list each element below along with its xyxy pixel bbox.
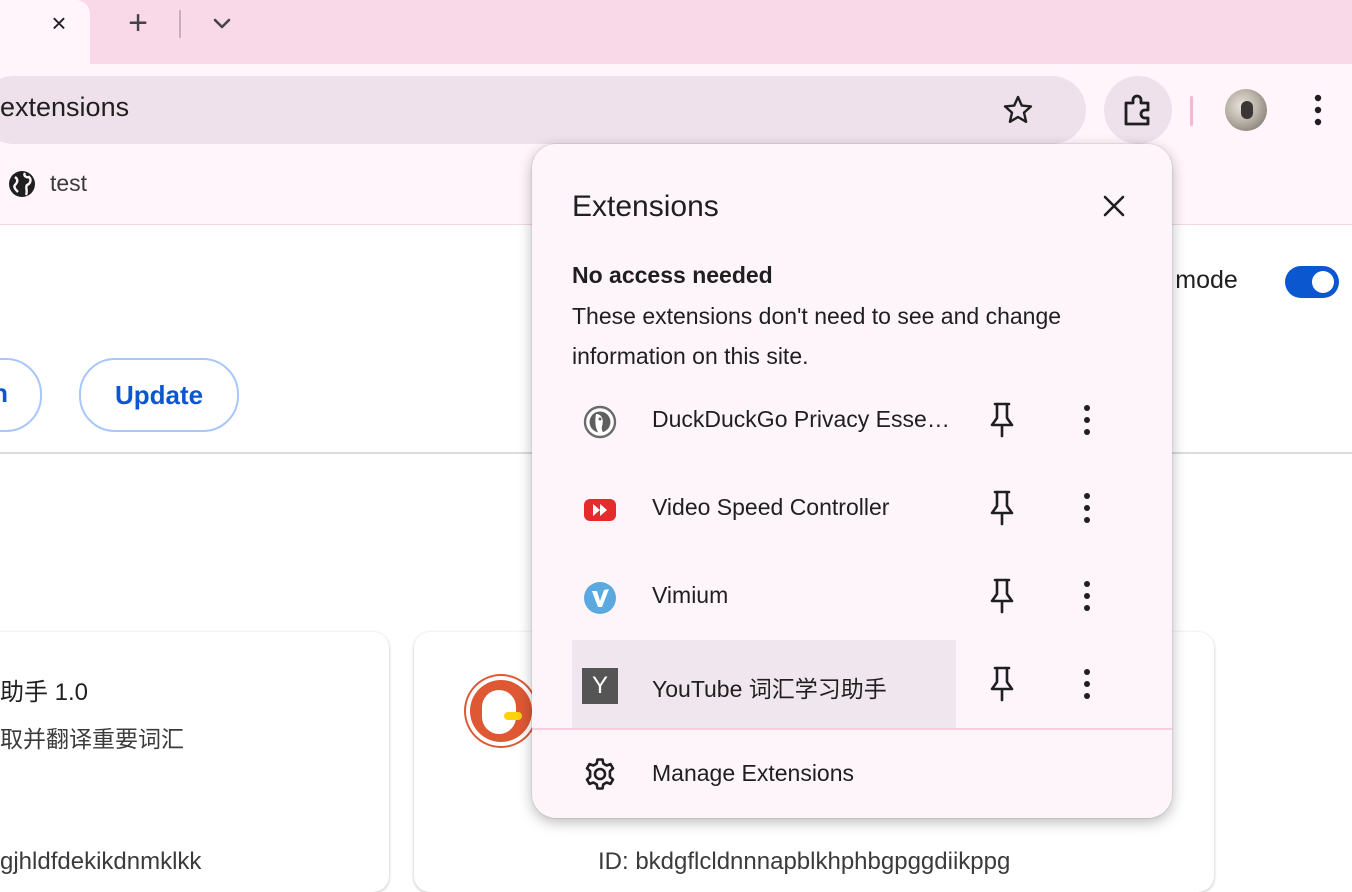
chevron-down-icon bbox=[213, 18, 231, 29]
puzzle-icon bbox=[1124, 94, 1150, 126]
pin-icon[interactable] bbox=[984, 488, 1020, 528]
section-description: These extensions don't need to see and c… bbox=[572, 303, 1062, 369]
extension-card-title: 助手 1.0 bbox=[0, 679, 89, 706]
bookmark-item-test[interactable]: test bbox=[50, 170, 87, 197]
more-options-icon[interactable] bbox=[1072, 488, 1102, 528]
bookmark-star-icon[interactable] bbox=[1000, 92, 1036, 128]
menu-divider bbox=[532, 728, 1172, 730]
address-bar[interactable]: extensions bbox=[0, 76, 1086, 144]
developer-mode-toggle[interactable] bbox=[1285, 266, 1339, 298]
pack-extension-button[interactable]: n bbox=[0, 358, 42, 432]
extension-name: Vimium bbox=[652, 582, 729, 608]
toolbar: extensions bbox=[0, 64, 1352, 156]
pin-icon[interactable] bbox=[984, 576, 1020, 616]
more-options-icon[interactable] bbox=[1072, 664, 1102, 704]
globe-icon bbox=[9, 171, 35, 197]
extension-card-description: 取并翻译重要词汇 bbox=[0, 726, 184, 752]
tab-search-button[interactable] bbox=[206, 8, 238, 40]
address-bar-text[interactable]: extensions bbox=[0, 92, 129, 123]
duckduckgo-logo-icon bbox=[466, 676, 536, 746]
extension-card-id: gjhldfdekikdnmklkk bbox=[0, 848, 202, 875]
manage-extensions-label: Manage Extensions bbox=[652, 760, 855, 786]
extension-item-vimium[interactable]: Vimium bbox=[572, 552, 956, 640]
youtube-vocabulary-icon: Y bbox=[582, 668, 618, 704]
update-button[interactable]: Update bbox=[79, 358, 239, 432]
more-options-icon[interactable] bbox=[1302, 90, 1334, 130]
extensions-menu-title: Extensions bbox=[572, 190, 719, 223]
pin-icon[interactable] bbox=[984, 664, 1020, 704]
extension-card-id: ID: bkdgflcldnnnapblkhphbgpggdiikppg bbox=[598, 848, 1011, 875]
active-tab[interactable]: × bbox=[0, 0, 90, 64]
manage-extensions-item[interactable]: Manage Extensions bbox=[572, 742, 1132, 806]
extension-name: YouTube 词汇学习助手 bbox=[652, 676, 887, 702]
tab-separator bbox=[179, 10, 181, 38]
extension-item-youtube-vocabulary[interactable]: Y YouTube 词汇学习助手 bbox=[572, 640, 956, 728]
pin-icon[interactable] bbox=[984, 400, 1020, 440]
toolbar-separator bbox=[1190, 96, 1193, 126]
extension-name: Video Speed Controller bbox=[652, 494, 890, 520]
pack-extension-label: n bbox=[0, 378, 8, 408]
video-speed-controller-icon bbox=[584, 499, 616, 521]
close-icon[interactable] bbox=[1096, 188, 1132, 224]
gear-icon bbox=[585, 758, 615, 790]
tab-strip: × + bbox=[0, 0, 1352, 64]
extension-name: DuckDuckGo Privacy Essentials bbox=[652, 406, 956, 432]
extension-item-video-speed-controller[interactable]: Video Speed Controller bbox=[572, 464, 956, 552]
extension-card: 助手 1.0 取并翻译重要词汇 gjhldfdekikdnmklkk bbox=[0, 632, 389, 892]
profile-avatar[interactable] bbox=[1225, 89, 1267, 131]
extensions-menu: Extensions No access needed These extens… bbox=[532, 144, 1172, 818]
more-options-icon[interactable] bbox=[1072, 576, 1102, 616]
extensions-button[interactable] bbox=[1104, 76, 1172, 144]
extension-item-duckduckgo[interactable]: DuckDuckGo Privacy Essentials bbox=[572, 376, 956, 464]
duckduckgo-icon bbox=[583, 405, 617, 439]
new-tab-button[interactable]: + bbox=[122, 6, 154, 40]
more-options-icon[interactable] bbox=[1072, 400, 1102, 440]
vimium-icon bbox=[584, 582, 616, 614]
section-title: No access needed bbox=[572, 262, 773, 288]
tab-close-icon[interactable]: × bbox=[44, 8, 74, 38]
